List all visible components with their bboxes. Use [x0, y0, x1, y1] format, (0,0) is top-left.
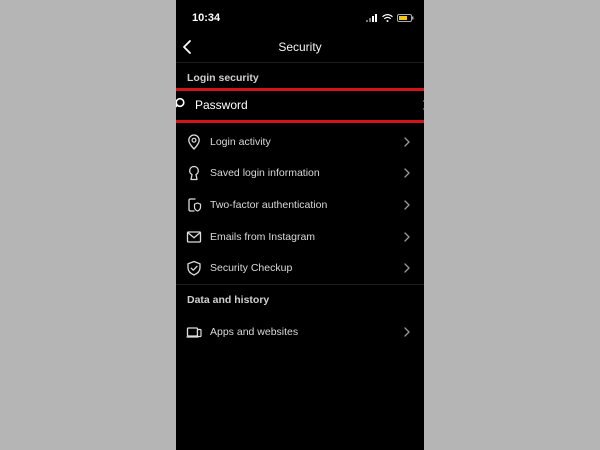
chevron-right-icon [423, 100, 424, 110]
wifi-icon [382, 14, 393, 22]
saved-login-info-row[interactable]: Saved login information [176, 158, 424, 188]
two-factor-auth-label: Two-factor authentication [210, 199, 328, 211]
location-pin-icon [188, 134, 200, 150]
nav-bar: Security [176, 34, 424, 60]
password-label: Password [195, 98, 248, 112]
header-divider [176, 62, 424, 63]
keyhole-icon [189, 165, 199, 181]
security-checkup-label: Security Checkup [210, 262, 293, 274]
battery-icon [397, 14, 414, 22]
status-time: 10:34 [192, 12, 221, 24]
section-header-login-security: Login security [187, 72, 259, 84]
chevron-right-icon [404, 168, 410, 178]
section-header-data-history: Data and history [187, 294, 270, 306]
login-activity-row[interactable]: Login activity [176, 127, 424, 157]
chevron-right-icon [404, 200, 410, 210]
emails-from-instagram-label: Emails from Instagram [210, 231, 316, 243]
chevron-right-icon [404, 263, 410, 273]
chevron-right-icon [404, 137, 410, 147]
status-icons [366, 13, 414, 23]
mail-icon [186, 231, 202, 243]
shield-check-icon [187, 260, 201, 276]
two-factor-auth-row[interactable]: Two-factor authentication [176, 190, 424, 220]
saved-login-info-label: Saved login information [210, 167, 320, 179]
page-title: Security [278, 40, 322, 54]
login-activity-label: Login activity [210, 136, 271, 148]
phone-screen: 10:34 Security Login security Password L… [176, 0, 424, 450]
password-row[interactable]: Password [176, 88, 424, 123]
key-icon [176, 97, 185, 108]
devices-icon [186, 327, 202, 338]
signal-icon [366, 14, 377, 22]
phone-shield-icon [188, 198, 202, 212]
chevron-right-icon [404, 327, 410, 337]
emails-from-instagram-row[interactable]: Emails from Instagram [176, 222, 424, 252]
section-divider [176, 284, 424, 285]
chevron-right-icon [404, 232, 410, 242]
apps-and-websites-label: Apps and websites [210, 326, 299, 338]
security-checkup-row[interactable]: Security Checkup [176, 253, 424, 283]
status-bar: 10:34 [176, 0, 424, 34]
apps-and-websites-row[interactable]: Apps and websites [176, 317, 424, 347]
